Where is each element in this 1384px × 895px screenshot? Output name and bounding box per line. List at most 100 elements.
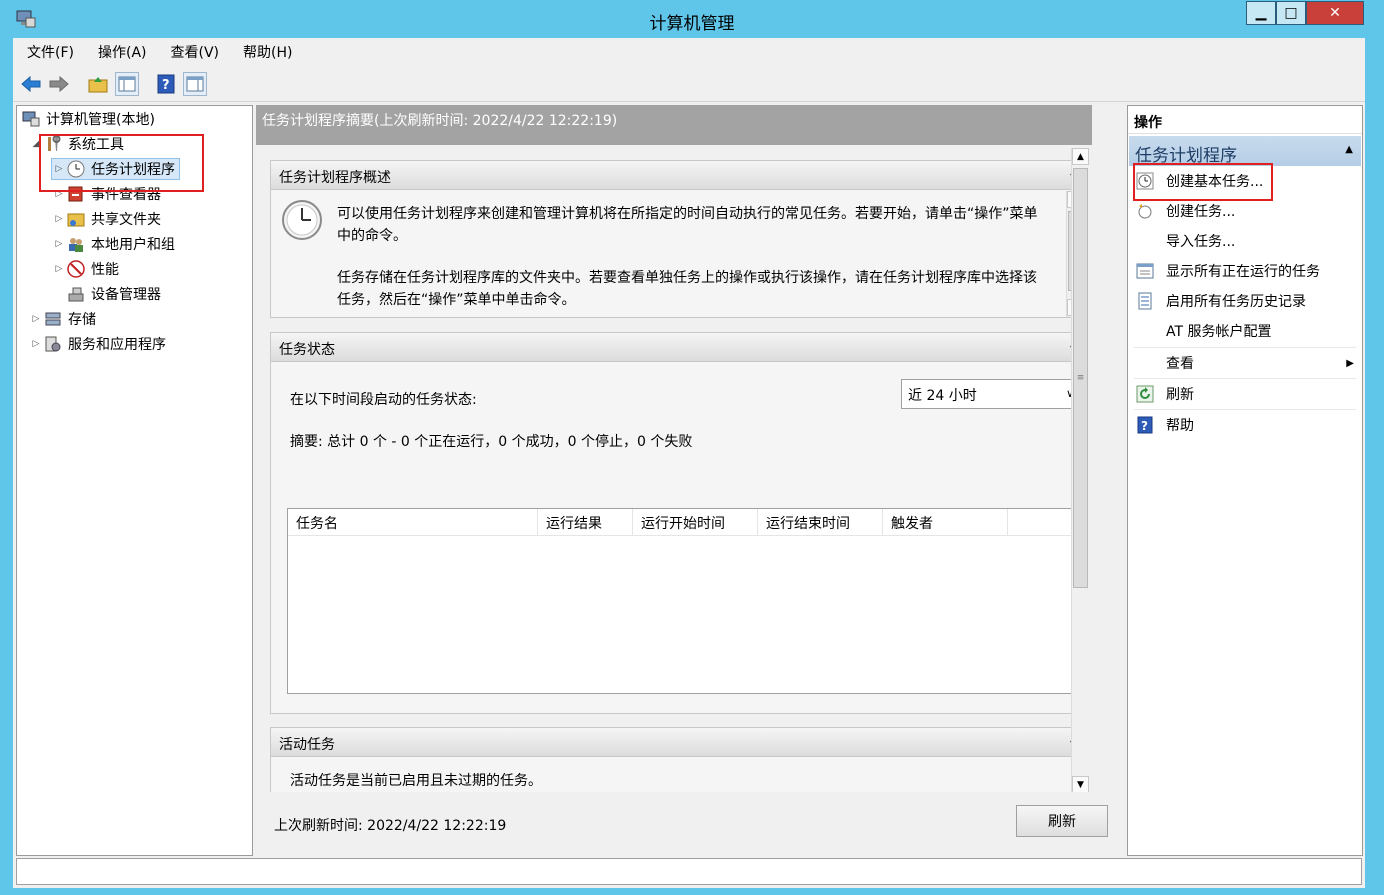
column-header[interactable]: 运行开始时间: [633, 509, 758, 535]
forward-arrow-icon: [49, 75, 69, 93]
help-button[interactable]: ?: [154, 72, 178, 96]
performance-icon: [66, 259, 86, 279]
task-status-table: 任务名 运行结果 运行开始时间 运行结束时间 触发者: [287, 508, 1082, 694]
center-pane: 任务计划程序摘要(上次刷新时间: 2022/4/22 12:22:19) 任务计…: [256, 105, 1108, 856]
task-status-section-header[interactable]: 任务状态 ▲: [271, 333, 1085, 362]
tree-node-shared-folders[interactable]: ▷ 共享文件夹: [52, 208, 161, 230]
center-scrollbar[interactable]: ▲ ≡ ▼: [1071, 148, 1089, 793]
table-header: 任务名 运行结果 运行开始时间 运行结束时间 触发者: [288, 509, 1081, 536]
client-area: 文件(F) 操作(A) 查看(V) 帮助(H) ? 计算机管理(本地) ◢ 系统…: [13, 38, 1365, 888]
action-label: 帮助: [1166, 418, 1194, 434]
computer-management-icon: [21, 109, 41, 129]
section-title: 任务状态: [279, 342, 335, 358]
column-header[interactable]: 触发者: [883, 509, 1008, 535]
maximize-button[interactable]: □: [1276, 1, 1306, 25]
highlight-box-create-basic-task: [1133, 163, 1273, 201]
menu-bar: 文件(F) 操作(A) 查看(V) 帮助(H): [13, 38, 1365, 66]
new-task-icon: [1134, 201, 1156, 221]
computer-management-window: 计算机管理 ▁ □ ✕ 文件(F) 操作(A) 查看(V) 帮助(H) ? 计算…: [0, 0, 1384, 895]
column-header[interactable]: 运行结束时间: [758, 509, 883, 535]
action-at-service-account[interactable]: AT 服务帐户配置: [1134, 318, 1358, 344]
help-icon: ?: [157, 74, 175, 94]
back-arrow-icon: [21, 75, 41, 93]
action-label: 刷新: [1166, 387, 1194, 403]
menu-file[interactable]: 文件(F): [13, 42, 84, 62]
dropdown-value: 近 24 小时: [908, 388, 977, 404]
action-label: 显示所有正在运行的任务: [1166, 264, 1320, 280]
action-view[interactable]: 查看 ▶: [1134, 350, 1358, 376]
collapsed-arrow-icon: ▷: [55, 214, 63, 224]
action-import-task[interactable]: 导入任务...: [1134, 228, 1358, 254]
menu-help[interactable]: 帮助(H): [229, 42, 302, 62]
actions-group-task-scheduler[interactable]: 任务计划程序 ▲: [1129, 136, 1361, 166]
running-tasks-icon: [1134, 261, 1156, 281]
column-header[interactable]: 运行结果: [538, 509, 633, 535]
menu-view[interactable]: 查看(V): [157, 42, 230, 62]
forward-button[interactable]: [47, 72, 71, 96]
scroll-down-icon[interactable]: ▼: [1072, 776, 1089, 793]
active-tasks-section-header[interactable]: 活动任务 ▲: [271, 728, 1085, 757]
action-show-running-tasks[interactable]: 显示所有正在运行的任务: [1134, 258, 1358, 284]
services-icon: [43, 334, 63, 354]
show-hide-action-pane-button[interactable]: [183, 72, 207, 96]
status-period-label: 在以下时间段启动的任务状态:: [290, 392, 477, 408]
action-label: 查看: [1166, 356, 1194, 372]
summary-footer: 上次刷新时间: 2022/4/22 12:22:19 刷新: [256, 792, 1108, 856]
summary-header: 任务计划程序摘要(上次刷新时间: 2022/4/22 12:22:19): [256, 105, 1092, 145]
task-scheduler-clock-icon: [281, 199, 323, 245]
storage-icon: [43, 309, 63, 329]
back-button[interactable]: [19, 72, 43, 96]
tree-node-local-users-groups[interactable]: ▷ 本地用户和组: [52, 233, 175, 255]
show-hide-console-tree-button[interactable]: [115, 72, 139, 96]
folder-up-icon: [88, 77, 108, 93]
up-folder-button[interactable]: [86, 72, 110, 96]
menu-action[interactable]: 操作(A): [84, 42, 157, 62]
tree-node-performance[interactable]: ▷ 性能: [52, 258, 119, 280]
tree-node-root[interactable]: 计算机管理(本地): [21, 108, 155, 130]
active-tasks-description: 活动任务是当前已启用且未过期的任务。: [290, 773, 542, 789]
shared-folder-icon: [66, 209, 86, 229]
users-icon: [66, 234, 86, 254]
action-create-task[interactable]: 创建任务...: [1134, 198, 1358, 224]
tree-node-device-manager[interactable]: 设备管理器: [66, 283, 161, 305]
highlight-box-tree: [39, 134, 204, 192]
tree-node-storage[interactable]: ▷ 存储: [29, 308, 96, 330]
task-status-section: 任务状态 ▲ 在以下时间段启动的任务状态: 近 24 小时 ∨ 摘要: 总计 0…: [270, 332, 1086, 714]
minimize-button[interactable]: ▁: [1246, 1, 1276, 25]
tree-label: 计算机管理(本地): [46, 112, 155, 128]
overview-section: 任务计划程序概述 ▲ 可以使用任务计划程序来创建和管理计算机将在所指定的时间自动…: [270, 160, 1086, 318]
title-bar[interactable]: 计算机管理 ▁ □ ✕: [0, 0, 1384, 38]
scroll-up-icon[interactable]: ▲: [1072, 148, 1089, 165]
actions-pane: 操作 任务计划程序 ▲ 创建基本任务... 创建任务... 导入任务... 显示…: [1127, 105, 1363, 856]
refresh-icon: [1134, 384, 1156, 404]
minimize-icon: ▁: [1255, 5, 1267, 21]
scroll-thumb[interactable]: ≡: [1073, 168, 1088, 588]
collapsed-arrow-icon: ▷: [32, 314, 40, 324]
maximize-icon: □: [1284, 5, 1298, 21]
action-enable-history[interactable]: 启用所有任务历史记录: [1134, 288, 1358, 314]
action-label: AT 服务帐户配置: [1166, 324, 1272, 340]
action-separator: [1134, 378, 1356, 379]
column-header[interactable]: 任务名: [288, 509, 538, 535]
section-title: 任务计划程序概述: [279, 170, 391, 186]
collapse-icon[interactable]: ▲: [1345, 144, 1353, 155]
overview-section-header[interactable]: 任务计划程序概述 ▲: [271, 161, 1085, 190]
status-period-dropdown[interactable]: 近 24 小时 ∨: [901, 379, 1081, 409]
action-label: 导入任务...: [1166, 234, 1236, 250]
tree-node-services-apps[interactable]: ▷ 服务和应用程序: [29, 333, 166, 355]
svg-text:?: ?: [162, 78, 170, 93]
summary-content: 任务计划程序概述 ▲ 可以使用任务计划程序来创建和管理计算机将在所指定的时间自动…: [270, 160, 1088, 855]
tree-label: 性能: [91, 262, 119, 278]
refresh-button[interactable]: 刷新: [1016, 805, 1108, 837]
device-manager-icon: [66, 284, 86, 304]
section-title: 活动任务: [279, 737, 335, 753]
collapsed-arrow-icon: ▷: [55, 264, 63, 274]
tree-label: 设备管理器: [91, 287, 161, 303]
help-icon: ?: [1134, 415, 1156, 435]
close-button[interactable]: ✕: [1306, 1, 1364, 25]
action-refresh[interactable]: 刷新: [1134, 381, 1358, 407]
tree-label: 本地用户和组: [91, 237, 175, 253]
action-label: 创建任务...: [1166, 204, 1236, 220]
action-help[interactable]: ? 帮助: [1134, 412, 1358, 438]
history-icon: [1134, 291, 1156, 311]
